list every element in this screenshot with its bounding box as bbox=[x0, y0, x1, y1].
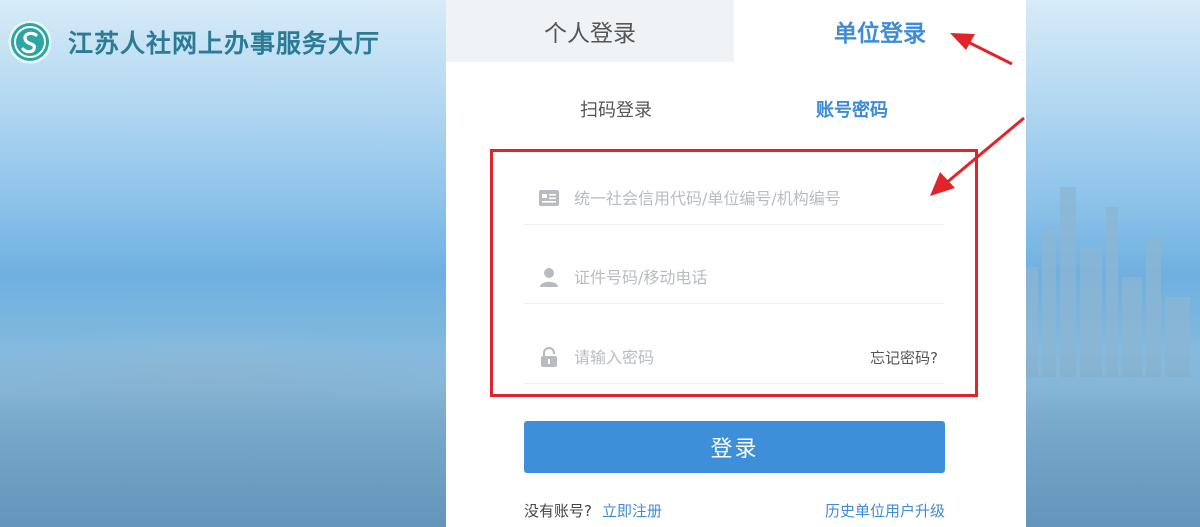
lock-icon bbox=[538, 346, 560, 368]
id-phone-field bbox=[524, 251, 944, 304]
org-code-field bbox=[524, 172, 944, 225]
upgrade-account-link[interactable]: 历史单位用户升级 bbox=[825, 500, 945, 521]
id-card-icon bbox=[538, 187, 560, 209]
id-phone-input[interactable] bbox=[572, 256, 944, 298]
register-link[interactable]: 立即注册 bbox=[602, 502, 662, 520]
login-page: 江苏人社网上办事服务大厅 个人登录 单位登录 扫码登录 账号密码 统一社会信用代… bbox=[0, 0, 1200, 527]
login-button[interactable]: 登录 bbox=[524, 421, 945, 473]
login-footer: 没有账号? 立即注册 历史单位用户升级 bbox=[524, 500, 945, 524]
login-type-tabs: 个人登录 单位登录 bbox=[446, 0, 1026, 62]
site-title: 江苏人社网上办事服务大厅 bbox=[68, 29, 381, 58]
no-account-text: 没有账号? bbox=[524, 502, 592, 520]
forgot-password-link[interactable]: 忘记密码? bbox=[870, 347, 938, 368]
brand-header: 江苏人社网上办事服务大厅 bbox=[8, 18, 380, 66]
login-method-tabs: 扫码登录 账号密码 bbox=[446, 84, 1026, 134]
login-panel: 个人登录 单位登录 扫码登录 账号密码 统一社会信用代码/单位编号/机构编号 证… bbox=[446, 0, 1026, 527]
password-input[interactable] bbox=[572, 336, 871, 378]
tab-qr-login[interactable]: 扫码登录 bbox=[536, 84, 696, 134]
no-account-prompt: 没有账号? 立即注册 bbox=[524, 500, 662, 521]
tab-account-password[interactable]: 账号密码 bbox=[772, 84, 932, 134]
org-code-input[interactable] bbox=[572, 177, 944, 219]
user-icon bbox=[538, 266, 560, 288]
hrss-logo-icon bbox=[8, 20, 52, 64]
password-field: 忘记密码? bbox=[524, 331, 944, 384]
tab-personal-login[interactable]: 个人登录 bbox=[446, 0, 734, 62]
city-skyline-image bbox=[1020, 187, 1190, 377]
tab-company-login[interactable]: 单位登录 bbox=[734, 0, 1026, 62]
